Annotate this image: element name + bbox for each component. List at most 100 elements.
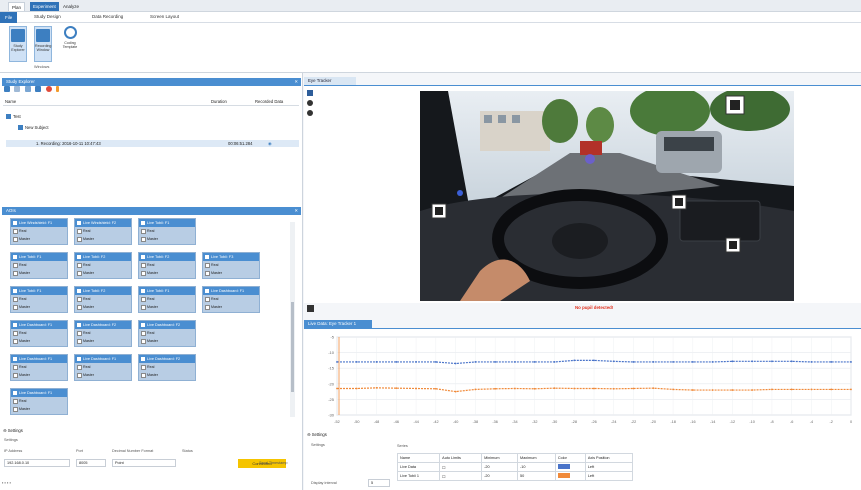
series-color-swatch[interactable] [554, 462, 586, 472]
aoi-scrollbar-thumb[interactable] [291, 302, 294, 392]
coding-template-button[interactable]: Coding Template [61, 26, 79, 49]
filter-icon[interactable] [4, 86, 10, 92]
aoi-option-master[interactable]: Master [139, 269, 195, 277]
aoi-option-real[interactable]: Real [75, 363, 131, 371]
tab-analyze[interactable]: Analyze [60, 2, 82, 11]
series-max[interactable]: -10 [517, 462, 556, 472]
tab-experiment[interactable]: Experiment [30, 2, 59, 11]
header-color[interactable]: Color [554, 453, 586, 463]
eye-icon[interactable] [307, 110, 313, 116]
aoi-option-master[interactable]: Master [139, 235, 195, 243]
alert-icon[interactable] [55, 86, 59, 92]
column-duration[interactable]: Duration [211, 98, 227, 106]
aoi-option-real[interactable]: Real [203, 261, 259, 269]
aoi-card[interactable]: Live Dashboard: F2 Real Master [74, 320, 132, 347]
series-axis[interactable]: Left [584, 471, 634, 481]
tab-screen-layout[interactable]: Screen Layout [150, 14, 179, 19]
header-name[interactable]: Name [396, 453, 441, 463]
tab-data-recording[interactable]: Data Recording [92, 14, 123, 19]
aoi-option-real[interactable]: Real [139, 261, 195, 269]
aoi-card[interactable]: Live Tobii: F3 Real Master [202, 252, 260, 279]
aoi-option-master[interactable]: Master [75, 303, 131, 311]
decimal-format-select[interactable]: Point [112, 459, 176, 467]
header-maximum[interactable]: Maximum [517, 453, 556, 463]
aoi-option-master[interactable]: Master [139, 371, 195, 379]
header-minimum[interactable]: Minimum [481, 453, 519, 463]
port-field[interactable]: 8005 [76, 459, 106, 467]
scene-video[interactable] [420, 91, 794, 301]
aoi-option-master[interactable]: Master [75, 371, 131, 379]
camera-icon[interactable] [307, 90, 313, 96]
aoi-option-real[interactable]: Real [11, 397, 67, 405]
header-auto-limits[interactable]: Auto Limits [439, 453, 483, 463]
tab-plan[interactable]: Plan [8, 2, 26, 11]
aoi-option-real[interactable]: Real [75, 295, 131, 303]
auto-limits-checkbox[interactable]: ☐ [439, 462, 483, 472]
eye-tracker-tab[interactable]: Eye Tracker [304, 77, 356, 85]
study-explorer-button[interactable]: Study Explorer [9, 26, 27, 62]
series-min[interactable]: -20 [481, 462, 519, 472]
aoi-option-real[interactable]: Real [11, 227, 67, 235]
aoi-option-real[interactable]: Real [11, 329, 67, 337]
delete-icon[interactable] [45, 86, 52, 92]
aoi-card[interactable]: Live Tobii: F1 Real Master [10, 286, 68, 313]
aoi-card[interactable]: Live Tobii: F1 Real Master [138, 218, 196, 245]
aoi-option-real[interactable]: Real [203, 295, 259, 303]
aoi-card[interactable]: Live Dashboard: F2 Real Master [138, 320, 196, 347]
series-min[interactable]: -20 [481, 471, 519, 481]
aoi-option-master[interactable]: Master [139, 303, 195, 311]
aoi-option-real[interactable]: Real [75, 261, 131, 269]
aoi-option-master[interactable]: Master [11, 405, 67, 413]
aoi-card[interactable]: Live Dashboard: F1 Real Master [202, 286, 260, 313]
close-icon[interactable]: ✕ [294, 207, 298, 215]
aoi-option-master[interactable]: Master [11, 303, 67, 311]
aoi-option-master[interactable]: Master [75, 235, 131, 243]
header-axis-position[interactable]: Axis Position [584, 453, 634, 463]
aoi-card[interactable]: Live Windshield: F2 Real Master [74, 218, 132, 245]
aoi-option-real[interactable]: Real [11, 261, 67, 269]
aoi-option-master[interactable]: Master [203, 303, 259, 311]
tree-subject[interactable]: New Subject [18, 124, 49, 131]
eye-icon[interactable] [307, 100, 313, 106]
aoi-option-real[interactable]: Real [75, 329, 131, 337]
series-color-swatch[interactable] [554, 471, 586, 481]
aoi-option-master[interactable]: Master [11, 269, 67, 277]
aoi-option-real[interactable]: Real [139, 295, 195, 303]
eye-icon[interactable]: ◉ [268, 140, 272, 147]
aoi-card[interactable]: Live Windshield: F1 Real Master [10, 218, 68, 245]
file-menu[interactable]: File [0, 12, 18, 23]
aoi-card[interactable]: Live Dashboard: F1 Real Master [10, 354, 68, 381]
ip-address-field[interactable]: 192.168.0.10 [4, 459, 70, 467]
live-data-tab[interactable]: Live Data: Eye Tracker 1 [304, 320, 372, 328]
aoi-option-real[interactable]: Real [11, 295, 67, 303]
aoi-card[interactable]: Live Tobii: F1 Real Master [10, 252, 68, 279]
add-icon[interactable] [35, 86, 42, 92]
column-recorded-data[interactable]: Recorded Data [255, 98, 283, 106]
tree-root[interactable]: Test [6, 113, 21, 120]
aoi-option-master[interactable]: Master [203, 269, 259, 277]
aoi-card[interactable]: Live Tobii: F2 Real Master [74, 286, 132, 313]
aoi-option-master[interactable]: Master [139, 337, 195, 345]
aoi-option-real[interactable]: Real [75, 227, 131, 235]
group-icon[interactable] [24, 86, 31, 92]
aoi-card[interactable]: Live Tobii: F1 Real Master [138, 286, 196, 313]
tab-study-design[interactable]: Study Design [34, 14, 61, 19]
close-icon[interactable]: ✕ [294, 78, 298, 86]
aoi-card[interactable]: Live Dashboard: F2 Real Master [138, 354, 196, 381]
aoi-card[interactable]: Live Dashboard: F1 Real Master [10, 320, 68, 347]
column-name[interactable]: Name [5, 98, 16, 106]
aoi-card[interactable]: Live Tobii: F2 Real Master [138, 252, 196, 279]
aoi-card[interactable]: Live Dashboard: F1 Real Master [10, 388, 68, 415]
series-max[interactable]: 50 [517, 471, 556, 481]
aoi-option-master[interactable]: Master [75, 337, 131, 345]
series-axis[interactable]: Left [584, 462, 634, 472]
help-icon[interactable] [14, 86, 21, 92]
aoi-option-real[interactable]: Real [139, 227, 195, 235]
aoi-scrollbar[interactable] [290, 222, 295, 417]
aoi-option-master[interactable]: Master [11, 235, 67, 243]
aoi-card[interactable]: Live Dashboard: F1 Real Master [74, 354, 132, 381]
table-row[interactable]: Live Tobii 1 ☐ -20 50 Left [396, 471, 634, 481]
aoi-option-real[interactable]: Real [11, 363, 67, 371]
auto-limits-checkbox[interactable]: ☐ [439, 471, 483, 481]
aoi-option-master[interactable]: Master [11, 337, 67, 345]
